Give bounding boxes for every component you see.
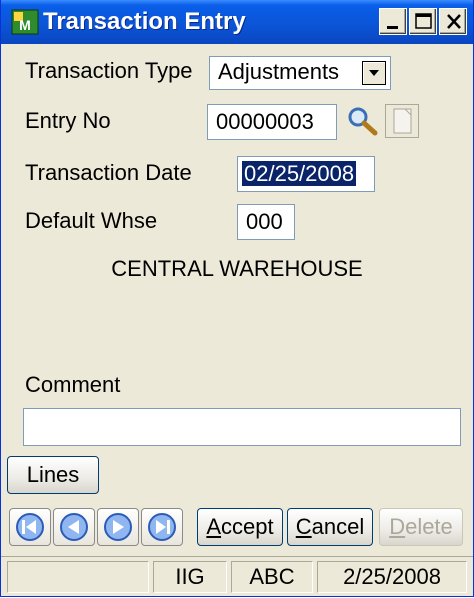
previous-record-button[interactable] [53,508,95,546]
cancel-button[interactable]: Cancel [287,508,373,546]
previous-record-icon [60,513,88,541]
window-title: Transaction Entry [43,8,246,35]
first-record-button[interactable] [9,508,51,546]
default-whse-field[interactable]: 000 [237,204,295,240]
cancel-label: ancel [311,514,365,539]
app-icon: M [11,8,39,36]
delete-mnemonic: D [389,514,406,539]
close-icon [447,14,461,29]
entry-no-label: Entry No [25,108,111,133]
maximize-button[interactable] [409,8,437,35]
entry-no-field[interactable]: 00000003 [207,104,337,140]
transaction-date-label: Transaction Date [25,160,192,185]
status-bar: IIG ABC 2/25/2008 [1,556,473,596]
new-entry-button[interactable] [385,104,419,138]
search-button[interactable] [345,104,379,138]
accept-label: ccept [221,514,274,539]
status-cell-user: ABC [231,561,313,593]
accept-button[interactable]: Accept [197,508,283,546]
status-cell-company: IIG [153,561,227,593]
next-record-icon [104,513,132,541]
last-record-icon [148,513,176,541]
comment-field[interactable] [23,408,461,446]
transaction-date-field[interactable]: 02/25/2008 [237,156,375,192]
new-entry-icon [393,108,412,134]
accept-mnemonic: A [206,514,222,539]
transaction-type-label: Transaction Type [25,58,193,83]
dropdown-arrow-button[interactable] [362,61,386,85]
first-record-icon [16,513,44,541]
transaction-type-select[interactable]: Adjustments [209,56,391,90]
next-record-button[interactable] [97,508,139,546]
transaction-date-value: 02/25/2008 [242,161,357,186]
comment-label: Comment [25,372,121,397]
delete-label: elete [405,514,453,539]
delete-button[interactable]: Delete [379,508,463,546]
status-cell-message [7,561,149,593]
maximize-icon [415,13,432,29]
svg-text:M: M [19,17,31,33]
default-whse-label: Default Whse [25,208,158,233]
title-bar[interactable]: M Transaction Entry [1,0,473,44]
lines-button[interactable]: Lines [7,456,99,494]
status-cell-date: 2/25/2008 [317,561,467,593]
minimize-icon [387,26,398,29]
dropdown-arrow-icon [369,70,379,76]
record-navigation [9,508,185,546]
transaction-entry-window: M Transaction Entry Transaction Type Adj… [0,0,474,597]
search-icon [348,107,378,136]
warehouse-name: CENTRAL WAREHOUSE [111,256,363,281]
cancel-mnemonic: C [295,514,312,539]
minimize-button[interactable] [379,8,407,35]
last-record-button[interactable] [141,508,183,546]
close-button[interactable] [439,8,467,35]
transaction-type-value: Adjustments [218,59,340,84]
